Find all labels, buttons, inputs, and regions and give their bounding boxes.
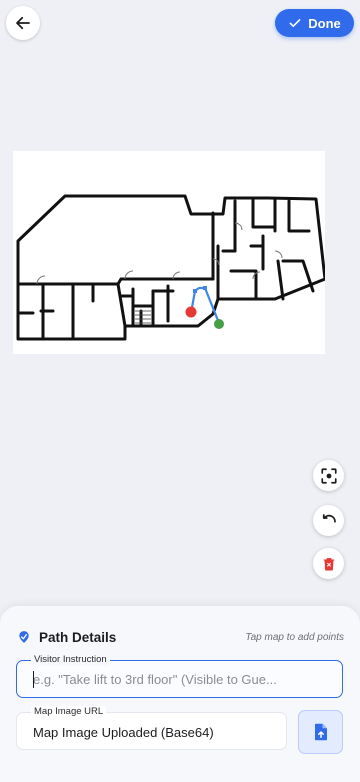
back-button[interactable] [6,6,40,40]
map-image-url-field[interactable]: Map Image URL Map Image Uploaded (Base64… [16,706,287,750]
clear-path-button[interactable] [313,548,344,579]
visitor-instruction-label: Visitor Instruction [31,654,110,666]
sheet-title: Path Details [39,629,117,645]
trash-icon [323,557,334,571]
map-image-url-value: Map Image Uploaded (Base64) [33,725,214,740]
done-button[interactable]: Done [275,9,354,37]
sheet-header: Path Details Tap map to add points [17,628,344,646]
path-end-point [214,319,224,329]
path-start-point [185,306,197,318]
fit-view-button[interactable] [313,460,344,491]
sheet-hint: Tap map to add points [245,631,344,643]
corridor-wall [16,277,215,286]
focus-frame-icon [320,467,337,484]
file-upload-icon [314,723,327,741]
undo-button[interactable] [313,505,344,536]
route-pin-icon [19,631,29,643]
check-icon [289,19,301,27]
upload-map-button[interactable] [298,710,343,754]
map-image-url-label: Map Image URL [31,706,107,718]
undo-icon [322,513,336,523]
floor-plan-drawing [16,194,325,341]
text-caret [33,671,34,688]
visitor-instruction-input[interactable] [33,669,333,689]
floor-plan-map[interactable] [13,151,325,354]
visitor-instruction-field[interactable]: Visitor Instruction [16,654,343,698]
arrow-left-icon [16,16,30,30]
done-label: Done [308,15,341,31]
